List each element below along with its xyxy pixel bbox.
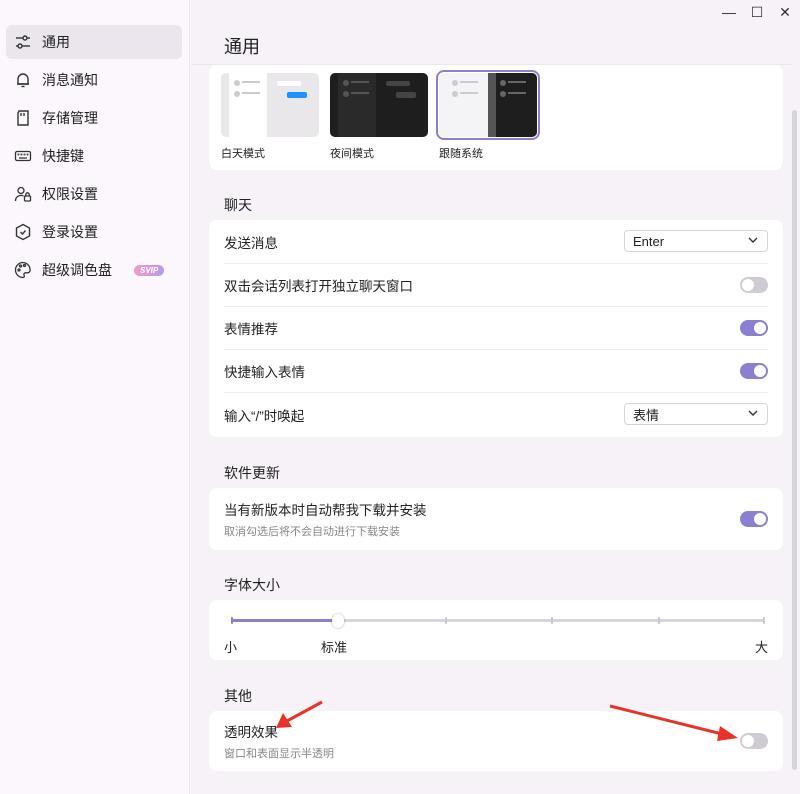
sidebar-item-notifications[interactable]: 消息通知 bbox=[6, 63, 182, 97]
sidebar-item-label: 超级调色盘 bbox=[42, 262, 112, 278]
page-title: 通用 bbox=[224, 37, 260, 57]
scrollbar[interactable] bbox=[792, 110, 797, 770]
slash-invoke-select[interactable]: 表情 bbox=[624, 403, 768, 425]
keyboard-icon bbox=[14, 147, 32, 165]
font-size-standard-label: 标准 bbox=[321, 640, 348, 655]
quick-emoji-toggle[interactable] bbox=[740, 363, 768, 379]
maximize-button[interactable]: ☐ bbox=[747, 4, 767, 21]
double-click-toggle[interactable] bbox=[740, 277, 768, 293]
transparency-row: 透明效果 窗口和表面显示半透明 bbox=[209, 711, 783, 771]
sidebar-item-label: 通用 bbox=[42, 34, 70, 50]
theme-card: 白天模式 夜间模式 跟随系统 bbox=[209, 65, 783, 170]
theme-label: 夜间模式 bbox=[330, 148, 374, 160]
send-message-label: 发送消息 bbox=[224, 235, 278, 251]
slider-fill bbox=[231, 619, 338, 622]
theme-follow-system[interactable]: 跟随系统 bbox=[436, 70, 540, 161]
sidebar-item-label: 登录设置 bbox=[42, 224, 98, 240]
sidebar-item-label: 存储管理 bbox=[42, 110, 98, 126]
sidebar-item-label: 权限设置 bbox=[42, 186, 98, 202]
auto-update-toggle[interactable] bbox=[740, 511, 768, 527]
sidebar-item-shortcuts[interactable]: 快捷键 bbox=[6, 139, 182, 173]
palette-icon bbox=[14, 261, 32, 279]
double-click-row: 双击会话列表打开独立聊天窗口 bbox=[209, 263, 783, 306]
sidebar-item-login[interactable]: 登录设置 bbox=[6, 215, 182, 249]
section-heading-update: 软件更新 bbox=[224, 465, 280, 481]
auto-update-subtext: 取消勾选后将不会自动进行下载安装 bbox=[224, 526, 400, 538]
sliders-icon bbox=[14, 33, 32, 51]
quick-emoji-label: 快捷输入表情 bbox=[224, 364, 305, 380]
sidebar-item-palette[interactable]: 超级调色盘 SVIP bbox=[6, 253, 182, 287]
transparency-toggle[interactable] bbox=[740, 733, 768, 749]
sidebar-item-label: 快捷键 bbox=[42, 148, 84, 164]
sidebar-item-permissions[interactable]: 权限设置 bbox=[6, 177, 182, 211]
sidebar: 通用 消息通知 存储管理 快捷键 权限设置 登录设置 超级调色盘 SVIP bbox=[0, 0, 190, 794]
chevron-down-icon bbox=[748, 410, 758, 416]
auto-update-label: 当有新版本时自动帮我下载并安装 bbox=[224, 503, 427, 518]
send-message-select[interactable]: Enter bbox=[624, 230, 768, 252]
svip-badge: SVIP bbox=[134, 264, 165, 276]
slash-invoke-row: 输入“/”时唤起 表情 bbox=[209, 392, 783, 437]
send-message-row: 发送消息 Enter bbox=[209, 220, 783, 263]
emoji-recommend-label: 表情推荐 bbox=[224, 321, 278, 337]
select-value: Enter bbox=[633, 233, 665, 249]
minimize-button[interactable]: — bbox=[719, 4, 739, 20]
font-size-max-label: 大 bbox=[754, 640, 768, 655]
font-size-min-label: 小 bbox=[224, 640, 238, 655]
sidebar-item-label: 消息通知 bbox=[42, 72, 98, 88]
transparency-subtext: 窗口和表面显示半透明 bbox=[224, 748, 334, 760]
chat-card: 发送消息 Enter 双击会话列表打开独立聊天窗口 表情推荐 快捷输入表情 输入… bbox=[209, 220, 783, 437]
bell-icon bbox=[14, 71, 32, 89]
sidebar-item-general[interactable]: 通用 bbox=[6, 25, 182, 59]
other-card: 透明效果 窗口和表面显示半透明 bbox=[209, 711, 783, 771]
emoji-recommend-toggle[interactable] bbox=[740, 320, 768, 336]
section-heading-other: 其他 bbox=[224, 688, 252, 704]
slider-tick bbox=[763, 617, 765, 624]
theme-label: 白天模式 bbox=[221, 148, 265, 160]
theme-light[interactable]: 白天模式 bbox=[221, 73, 319, 161]
section-heading-font-size: 字体大小 bbox=[224, 577, 280, 593]
chevron-down-icon bbox=[748, 237, 758, 243]
sidebar-item-storage[interactable]: 存储管理 bbox=[6, 101, 182, 135]
theme-system-thumbnail bbox=[436, 70, 540, 140]
user-lock-icon bbox=[14, 185, 32, 203]
transparency-label: 透明效果 bbox=[224, 725, 278, 740]
auto-update-row: 当有新版本时自动帮我下载并安装 取消勾选后将不会自动进行下载安装 bbox=[209, 488, 783, 550]
theme-label: 跟随系统 bbox=[439, 148, 483, 160]
main-panel: — ☐ ✕ 通用 白天模式 夜间模式 跟随系统 聊天 发送消息 Enter 双击… bbox=[191, 0, 800, 794]
theme-dark[interactable]: 夜间模式 bbox=[330, 73, 428, 161]
slider-tick bbox=[658, 617, 661, 624]
theme-dark-thumbnail bbox=[330, 73, 428, 137]
font-size-slider[interactable] bbox=[231, 614, 765, 628]
slider-knob[interactable] bbox=[331, 614, 344, 628]
theme-light-thumbnail bbox=[221, 73, 319, 137]
close-button[interactable]: ✕ bbox=[775, 4, 795, 21]
section-heading-chat: 聊天 bbox=[224, 197, 252, 213]
font-size-card: 小 标准 大 bbox=[209, 600, 783, 660]
slider-tick bbox=[444, 617, 447, 624]
select-value: 表情 bbox=[633, 407, 660, 423]
emoji-recommend-row: 表情推荐 bbox=[209, 306, 783, 349]
slider-tick bbox=[231, 617, 233, 624]
update-card: 当有新版本时自动帮我下载并安装 取消勾选后将不会自动进行下载安装 bbox=[209, 488, 783, 550]
storage-card-icon bbox=[14, 109, 32, 127]
quick-emoji-row: 快捷输入表情 bbox=[209, 349, 783, 392]
shield-icon bbox=[14, 223, 32, 241]
double-click-label: 双击会话列表打开独立聊天窗口 bbox=[224, 278, 413, 294]
slash-invoke-label: 输入“/”时唤起 bbox=[224, 408, 305, 424]
